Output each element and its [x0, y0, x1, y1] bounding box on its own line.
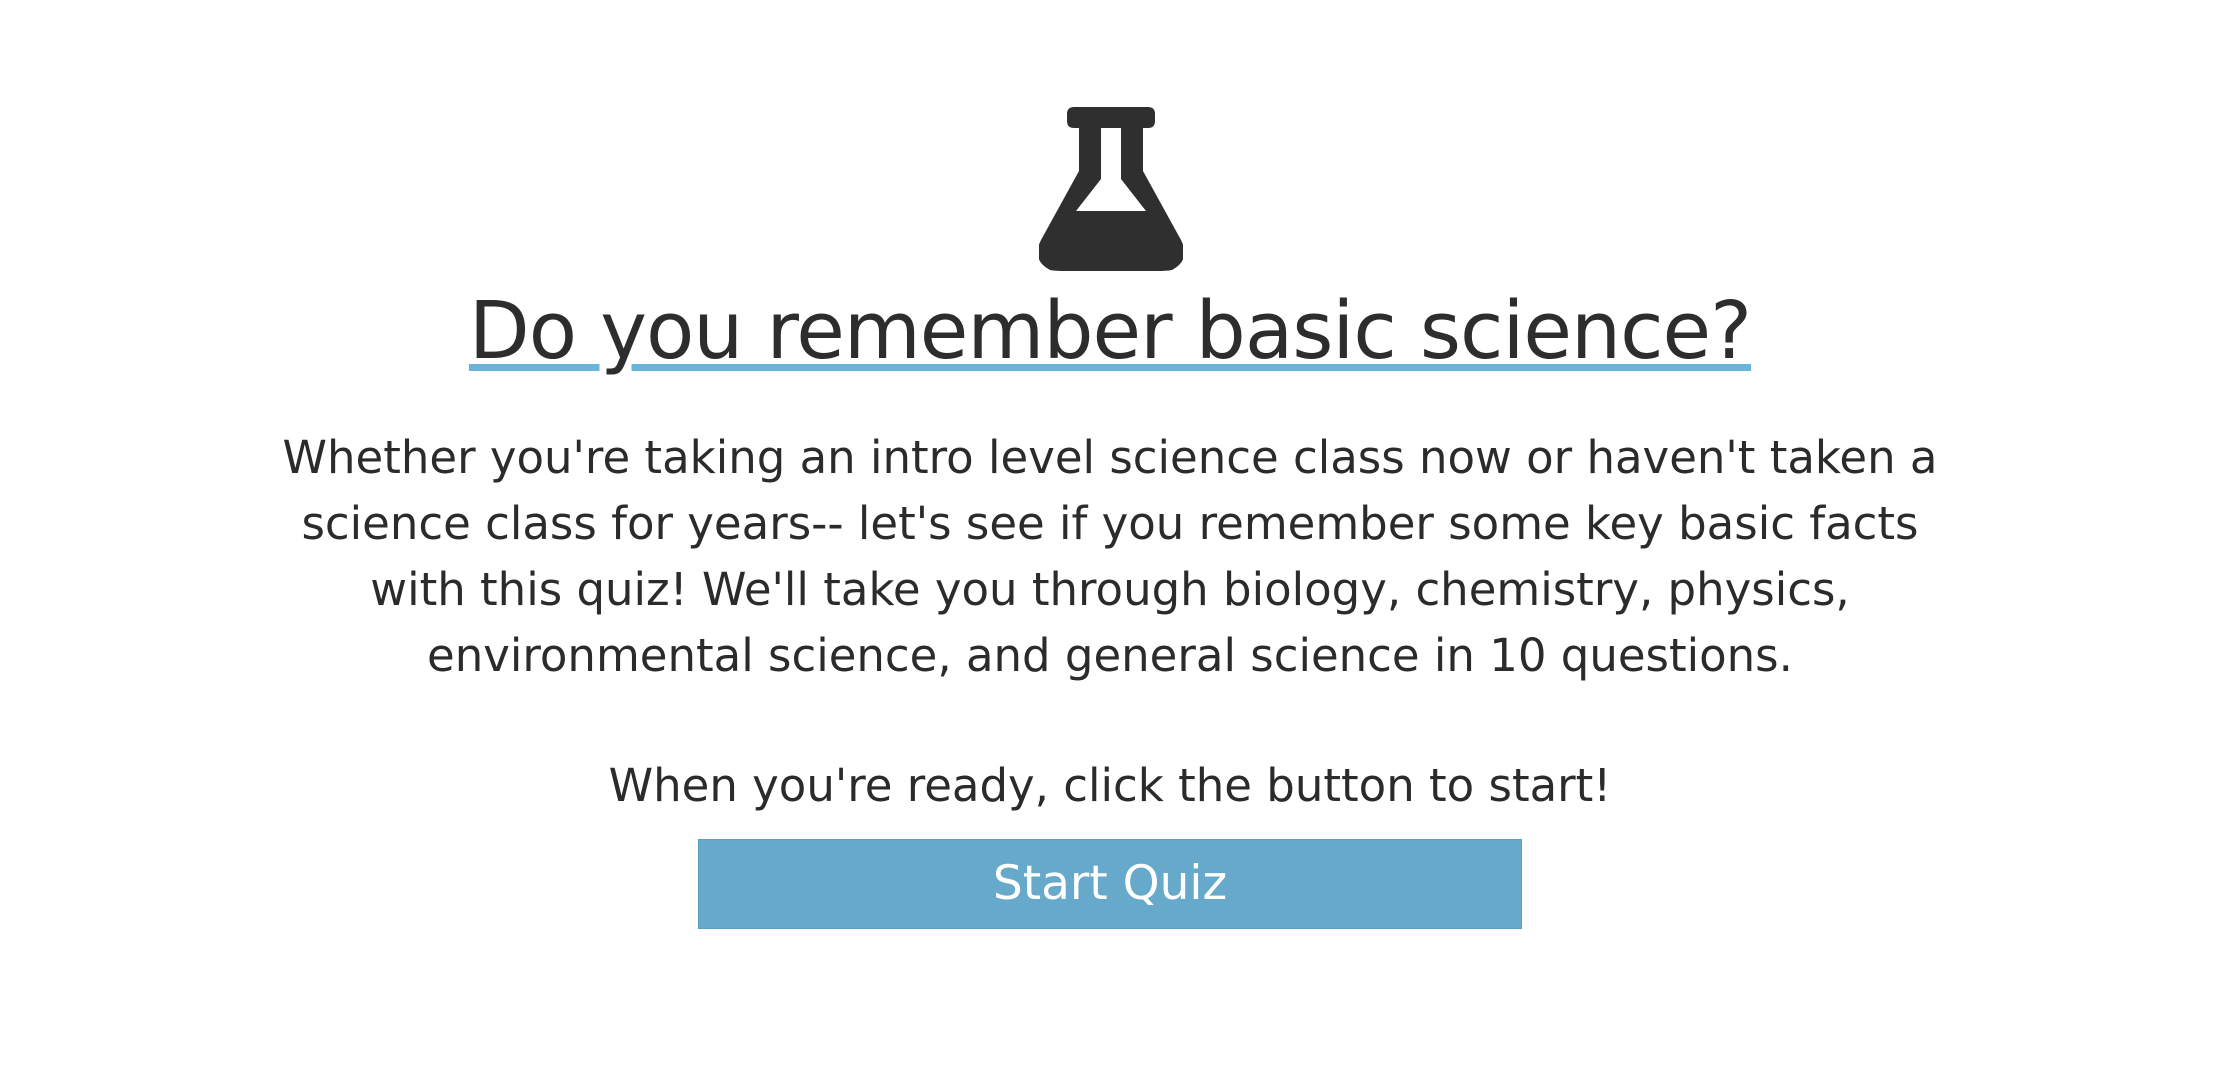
page-title: Do you remember basic science? — [0, 283, 2220, 379]
start-prompt: When you're ready, click the button to s… — [608, 759, 1612, 812]
start-quiz-button[interactable]: Start Quiz — [698, 839, 1522, 929]
page-title-text: Do you remember basic science? — [468, 285, 1752, 377]
flask-icon — [1039, 107, 1183, 271]
quiz-start-page: Do you remember basic science? Whether y… — [0, 0, 2220, 1084]
quiz-description: Whether you're taking an intro level sci… — [282, 431, 1938, 682]
